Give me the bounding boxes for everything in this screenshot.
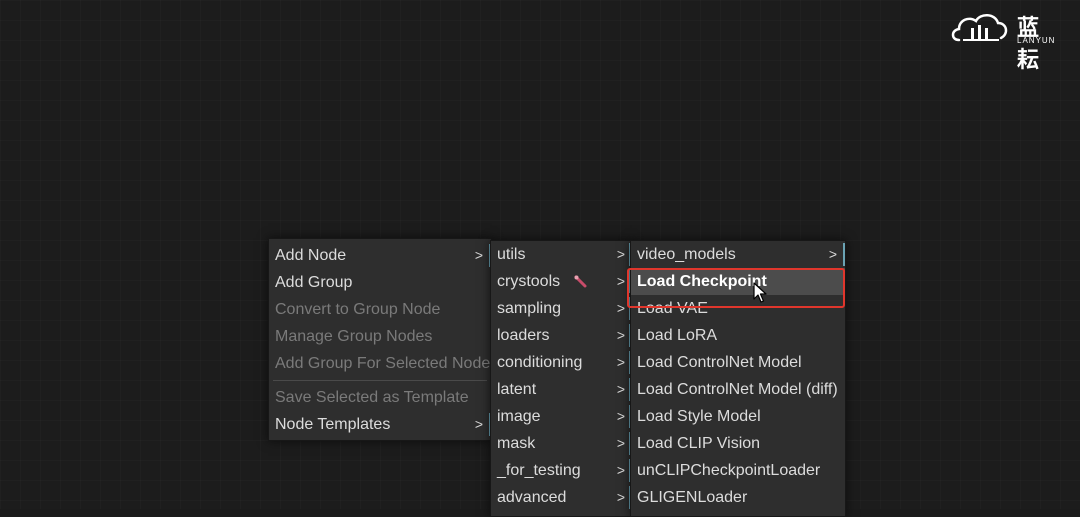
category-image[interactable]: image > [491,403,631,430]
menu-item-label: Add Node [275,247,347,264]
loader-label: video_models [637,246,736,263]
loader-label: GLIGENLoader [637,489,748,506]
category-crystools[interactable]: crystools > [491,268,631,295]
menu-item-manage-group-nodes: Manage Group Nodes [269,323,491,350]
category-advanced[interactable]: advanced > [491,484,631,511]
category-sampling[interactable]: sampling > [491,295,631,322]
category-for-testing[interactable]: _for_testing > [491,457,631,484]
category-label: latent [497,381,537,398]
wrench-icon [574,275,587,288]
category-mask[interactable]: mask > [491,430,631,457]
category-label: image [497,408,541,425]
menu-item-node-templates[interactable]: Node Templates > [269,411,491,438]
submenu-arrow-icon: > [616,462,625,478]
submenu-arrow-icon: > [616,300,625,316]
category-label: _for_testing [497,462,581,479]
menu-item-save-template: Save Selected as Template [269,384,491,411]
category-label: conditioning [497,354,583,371]
menu-item-add-node[interactable]: Add Node > [269,242,491,269]
category-label: mask [497,435,536,452]
loader-label: Load Style Model [637,408,761,425]
mouse-cursor-icon [753,282,767,303]
loader-label: Load CLIP Vision [637,435,761,452]
submenu-arrow-icon: > [616,246,625,262]
node-category-menu: utils > crystools > sampling > loaders >… [490,240,632,517]
loader-load-controlnet-diff[interactable]: Load ControlNet Model (diff) [631,376,845,403]
submenu-arrow-icon: > [616,435,625,451]
loaders-menu: video_models > Load Checkpoint Load VAE … [630,240,846,517]
category-label: crystools [497,273,561,290]
submenu-arrow-icon: > [616,408,625,424]
category-label: sampling [497,300,562,317]
submenu-arrow-icon: > [616,381,625,397]
loader-load-lora[interactable]: Load LoRA [631,322,845,349]
category-label: utils [497,246,526,263]
submenu-arrow-icon: > [828,246,837,262]
submenu-arrow-icon: > [474,416,483,432]
canvas-context-menu: Add Node > Add Group Convert to Group No… [268,238,492,441]
loader-label: Load LoRA [637,327,718,344]
submenu-arrow-icon: > [616,354,625,370]
loader-video-models[interactable]: video_models > [631,241,845,268]
loader-load-style-model[interactable]: Load Style Model [631,403,845,430]
loader-label: unCLIPCheckpointLoader [637,462,821,479]
category-latent[interactable]: latent > [491,376,631,403]
loader-load-checkpoint[interactable]: Load Checkpoint [631,268,845,295]
menu-item-add-group[interactable]: Add Group [269,269,491,296]
menu-item-label: Convert to Group Node [275,301,441,318]
category-utils[interactable]: utils > [491,241,631,268]
menu-separator [273,380,487,381]
menu-item-label: Add Group [275,274,353,291]
brand-logo: 蓝耘 LANYUN [949,10,1064,72]
menu-item-label: Add Group For Selected Nodes [275,355,492,372]
submenu-arrow-icon: > [616,273,625,289]
menu-item-label: Save Selected as Template [275,389,469,406]
loader-unclip-checkpoint[interactable]: unCLIPCheckpointLoader [631,457,845,484]
category-loaders[interactable]: loaders > [491,322,631,349]
category-label: advanced [497,489,567,506]
loader-label: Load ControlNet Model [637,354,802,371]
menu-item-convert-to-group-node: Convert to Group Node [269,296,491,323]
loader-label: Load Checkpoint [637,273,767,290]
cloud-logo-icon [951,14,1008,42]
submenu-arrow-icon: > [616,489,625,505]
menu-item-add-group-for-selected: Add Group For Selected Nodes [269,350,491,377]
category-label: loaders [497,327,550,344]
submenu-arrow-icon: > [474,247,483,263]
loader-load-vae[interactable]: Load VAE [631,295,845,322]
menu-item-label: Manage Group Nodes [275,328,433,345]
loader-label: Load ControlNet Model (diff) [637,381,838,398]
submenu-arrow-icon: > [616,327,625,343]
brand-name-en: LANYUN [1017,36,1056,45]
loader-gligen[interactable]: GLIGENLoader [631,484,845,511]
loader-load-clip-vision[interactable]: Load CLIP Vision [631,430,845,457]
menu-item-label: Node Templates [275,416,391,433]
category-conditioning[interactable]: conditioning > [491,349,631,376]
loader-load-controlnet[interactable]: Load ControlNet Model [631,349,845,376]
loader-label: Load VAE [637,300,708,317]
